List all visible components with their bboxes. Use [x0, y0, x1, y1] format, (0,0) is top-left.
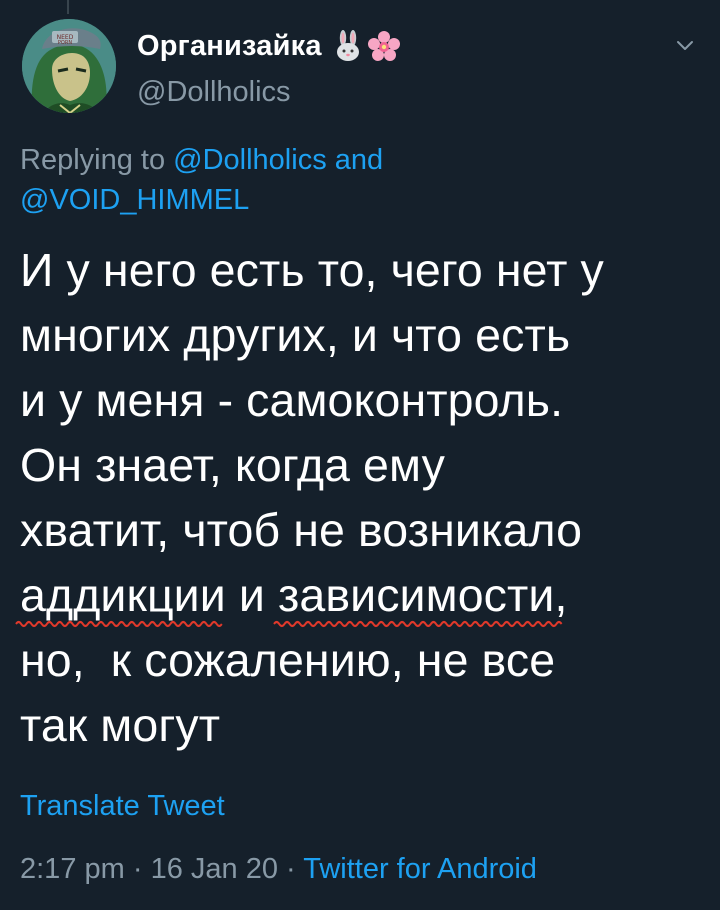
mention-link-void-himmel[interactable]: @VOID_HIMMEL	[20, 184, 249, 216]
rabbit-face-icon	[332, 30, 364, 62]
tweet-line: и у меня - самоконтроль.	[20, 374, 564, 426]
author-handle[interactable]: @Dollholics	[137, 76, 291, 109]
tweet-meta: 2:17 pm · 16 Jan 20 · Twitter for Androi…	[20, 853, 537, 886]
avatar-illustration: NEED PORN	[22, 19, 116, 113]
spellcheck-word[interactable]: аддикции	[15, 563, 226, 628]
misspelled-word: зависимости	[277, 569, 555, 621]
tweet-text-segment: и	[225, 569, 278, 621]
cherry-blossom-icon	[367, 30, 400, 62]
tweet-line: Он знает, когда ему	[20, 439, 445, 491]
thread-connector-line	[67, 0, 69, 14]
author-name-row: Организайка	[137, 28, 400, 64]
translate-tweet-link[interactable]: Translate Tweet	[20, 790, 225, 823]
misspelled-word: аддикции	[20, 569, 226, 621]
mention-connector[interactable]: and	[335, 144, 383, 176]
tweet-date: 16 Jan 20	[150, 853, 278, 885]
tweet-line: многих других, и что есть	[20, 309, 571, 361]
author-display-name[interactable]: Организайка	[137, 30, 322, 63]
tweet-line: хватит, чтоб не возникало	[20, 504, 583, 556]
meta-separator: ·	[124, 853, 151, 885]
tweet-line: аддикции и зависимости,	[15, 563, 700, 628]
meta-separator: ·	[277, 853, 304, 885]
tweet-source-link[interactable]: Twitter for Android	[303, 853, 537, 885]
tweet-line: но, к сожалению, не все	[20, 634, 556, 686]
avatar[interactable]: NEED PORN	[22, 19, 116, 113]
tweet-line: И у него есть то, чего нет у	[20, 244, 604, 296]
spellcheck-word[interactable]: зависимости	[273, 563, 563, 628]
tweet-text-segment: ,	[554, 569, 568, 621]
tweet-line: так могут	[20, 699, 221, 751]
replying-prefix: Replying to	[20, 144, 166, 176]
replying-to-line: Replying to @Dollholics and @VOID_HIMMEL	[20, 140, 680, 220]
tweet-time: 2:17 pm	[20, 853, 125, 885]
chevron-down-icon[interactable]	[674, 34, 696, 56]
tweet-text: И у него есть то, чего нет у многих друг…	[15, 238, 700, 758]
svg-text:PORN: PORN	[58, 40, 72, 46]
mention-link-dollholics[interactable]: @Dollholics	[173, 144, 327, 176]
